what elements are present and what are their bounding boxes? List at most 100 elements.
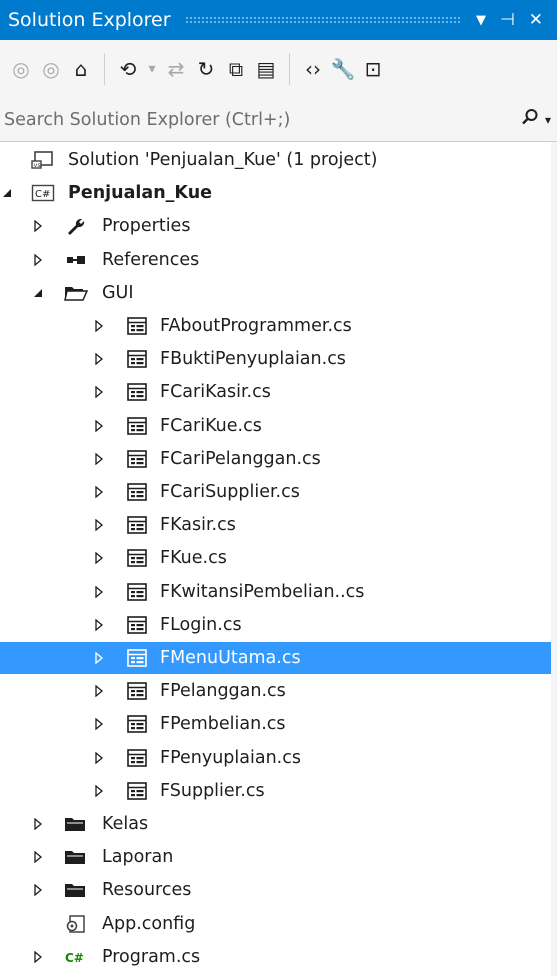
form-icon [124,747,150,769]
config-icon [63,913,89,935]
collapsed-arrow-icon[interactable] [31,219,45,233]
wrench-icon [63,215,89,237]
tree-item-gui[interactable]: GUI [0,277,557,309]
view-code-icon[interactable]: ‹› [298,49,328,89]
properties-icon[interactable]: 🔧 [328,49,358,89]
show-all-files-icon[interactable]: ▤ [251,49,281,89]
collapsed-arrow-icon[interactable] [31,817,45,831]
form-icon [124,647,150,669]
collapsed-arrow-icon[interactable] [92,385,106,399]
tree-item-fbuktipenyuplaian-cs[interactable]: FBuktiPenyuplaian.cs [0,343,557,375]
scrollbar-track[interactable] [551,142,557,976]
collapsed-arrow-icon[interactable] [31,850,45,864]
tree-item-label: FBuktiPenyuplaian.cs [160,349,346,370]
tree-item-faboutprogrammer-cs[interactable]: FAboutProgrammer.cs [0,310,557,342]
tree-item-fcarikasir-cs[interactable]: FCariKasir.cs [0,376,557,408]
collapsed-arrow-icon[interactable] [31,950,45,964]
collapsed-arrow-icon[interactable] [92,452,106,466]
tree-item-label: FAboutProgrammer.cs [160,316,352,336]
title-buttons: ▼ ⊣ ✕ [476,10,557,30]
preview-icon[interactable]: ⊡ [358,49,388,89]
expanded-arrow-icon[interactable] [0,186,14,200]
dropdown-arrow-icon[interactable]: ▾ [143,49,161,89]
home-icon[interactable]: ⌂ [66,49,96,89]
tree-item-fpelanggan-cs[interactable]: FPelanggan.cs [0,675,557,707]
tree-item-program-cs[interactable]: C# Program.cs [0,941,557,973]
tree-item-label: FKasir.cs [160,515,236,536]
collapsed-arrow-icon[interactable] [92,319,106,333]
collapsed-arrow-icon[interactable] [92,751,106,765]
tree-item-references[interactable]: References [0,244,557,276]
collapsed-arrow-icon[interactable] [92,551,106,565]
pin-icon[interactable]: ⊣ [500,10,515,30]
dropdown-icon[interactable]: ▼ [476,13,486,28]
tree-item-label: Laporan [102,847,174,868]
tree-item-label: FCariKue.cs [160,415,262,436]
tree-item-kelas[interactable]: Kelas [0,808,557,840]
collapse-all-icon[interactable]: ⧉ [221,49,251,89]
tree-item-flogin-cs[interactable]: FLogin.cs [0,609,557,641]
tree-item-properties[interactable]: Properties [0,210,557,242]
collapsed-arrow-icon[interactable] [92,684,106,698]
tree-item-fpenyuplaian-cs[interactable]: FPenyuplaian.cs [0,742,557,774]
form-icon [124,514,150,536]
sync-with-document-icon[interactable]: ⇄ [161,49,191,89]
collapsed-arrow-icon[interactable] [92,419,106,433]
expanded-arrow-icon[interactable] [31,286,45,300]
tree-item-laporan[interactable]: Laporan [0,841,557,873]
collapsed-arrow-icon[interactable] [92,485,106,499]
tree-item-label: Program.cs [102,946,201,967]
toolbar-separator [104,53,105,85]
refresh-icon[interactable]: ↻ [191,49,221,89]
forward-icon[interactable]: ◎ [36,49,66,89]
tree-item-fcaripelanggan-cs[interactable]: FCariPelanggan.cs [0,443,557,475]
tree-item-resources[interactable]: Resources [0,874,557,906]
tree-item-label: FPembelian.cs [160,714,286,735]
tree-item-label: FCariSupplier.cs [160,482,300,502]
close-icon[interactable]: ✕ [529,10,543,30]
pending-changes-filter-icon[interactable]: ⟲ [113,49,143,89]
toolbar: ◎ ◎ ⌂ ⟲ ▾ ⇄ ↻ ⧉ ▤ ‹› 🔧 ⊡ [0,40,557,98]
toolbar-separator [289,53,290,85]
form-icon [124,713,150,735]
tree-item-fkwitansipembelian-cs[interactable]: FKwitansiPembelian..cs [0,576,557,608]
collapsed-arrow-icon[interactable] [92,784,106,798]
tree-item-fkue-cs[interactable]: FKue.cs [0,542,557,574]
search-icon[interactable] [521,108,539,131]
form-icon [124,348,150,370]
tree-item-fsupplier-cs[interactable]: FSupplier.cs [0,775,557,807]
collapsed-arrow-icon[interactable] [31,253,45,267]
collapsed-arrow-icon[interactable] [31,883,45,897]
back-icon[interactable]: ◎ [6,49,36,89]
tree-item-label: References [102,249,200,270]
tree-item-fmenuutama-cs[interactable]: FMenuUtama.cs [0,642,557,674]
collapsed-arrow-icon[interactable] [92,585,106,599]
tree-item-label: Kelas [102,814,149,834]
tree-item-label: Properties [102,216,191,237]
collapsed-arrow-icon[interactable] [92,651,106,665]
folder-icon [63,846,89,868]
collapsed-arrow-icon[interactable] [92,352,106,366]
tree-item-label: Penjualan_Kue [68,183,213,204]
collapsed-arrow-icon[interactable] [92,618,106,632]
tree-item-fcarikue-cs[interactable]: FCariKue.cs [0,410,557,442]
tree-item-penjualan-kue[interactable]: C# Penjualan_Kue [0,177,557,209]
tree-item-label: FCariPelanggan.cs [160,448,321,469]
tree-item-label: FPenyuplaian.cs [160,747,301,768]
search-options-icon[interactable]: ▾ [545,113,551,127]
form-icon [124,481,150,503]
title-drag-handle[interactable] [184,15,462,25]
search-input[interactable] [4,109,521,130]
tree-item-app-config[interactable]: App.config [0,908,557,940]
tree-item-label: Resources [102,880,192,901]
tree-item-fkasir-cs[interactable]: FKasir.cs [0,509,557,541]
tree-item-fpembelian-cs[interactable]: FPembelian.cs [0,708,557,740]
folder-icon [63,879,89,901]
collapsed-arrow-icon[interactable] [92,717,106,731]
tree-item-fcarisupplier-cs[interactable]: FCariSupplier.cs [0,476,557,508]
form-icon [124,547,150,569]
tree-item-solution-penjualan-kue-1-project[interactable]: vs Solution 'Penjualan_Kue' (1 project) [0,144,557,176]
form-icon [124,614,150,636]
collapsed-arrow-icon[interactable] [92,518,106,532]
form-icon [124,448,150,470]
